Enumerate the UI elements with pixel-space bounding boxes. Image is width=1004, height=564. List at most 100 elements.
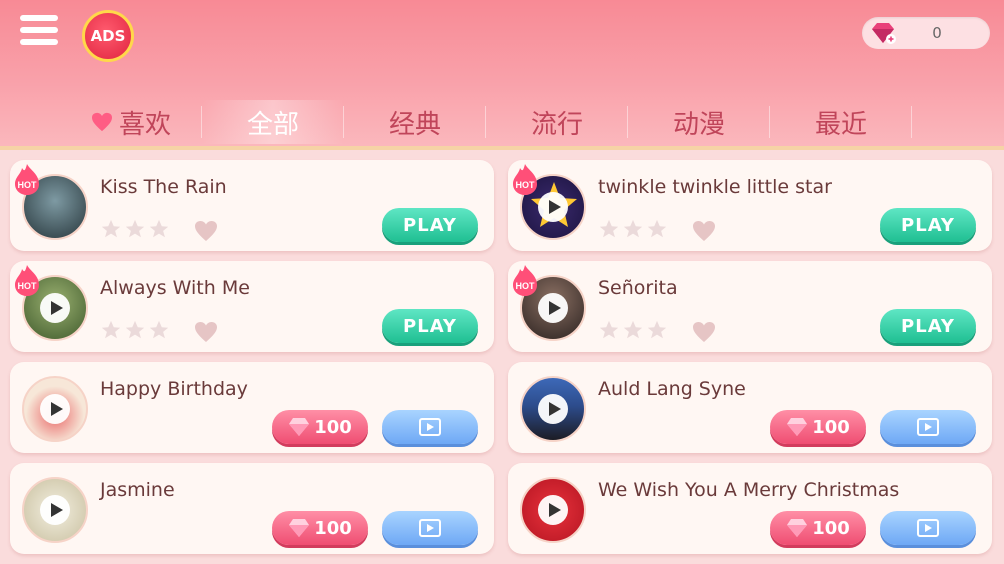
star-icon [599, 320, 619, 339]
gem-icon [289, 519, 310, 537]
song-title: Happy Birthday [100, 378, 248, 400]
song-card[interactable]: HOT Señorita PLAY [508, 261, 992, 352]
song-thumbnail[interactable] [520, 477, 586, 543]
gem-price: 100 [314, 416, 352, 438]
tab-label: 最近 [814, 109, 867, 140]
tab-favorites[interactable]: 喜欢 [60, 100, 202, 144]
hot-label: HOT [516, 281, 536, 291]
star-icon [125, 219, 145, 238]
play-button[interactable]: PLAY [382, 309, 478, 343]
song-thumbnail[interactable] [520, 376, 586, 442]
hot-label: HOT [18, 180, 38, 190]
song-card[interactable]: HOT Kiss The Rain PLAY [10, 160, 494, 251]
play-button[interactable]: PLAY [880, 208, 976, 242]
tab-label: 动漫 [672, 109, 725, 140]
tab-label: 全部 [246, 109, 299, 140]
tab-popular[interactable]: 流行 [486, 100, 628, 144]
gem-price: 100 [812, 517, 850, 539]
favorite-heart-icon[interactable] [692, 220, 716, 242]
play-button[interactable]: PLAY [880, 309, 976, 343]
play-icon [40, 293, 70, 323]
play-label: PLAY [403, 214, 457, 236]
song-thumbnail[interactable] [22, 477, 88, 543]
video-icon [419, 519, 441, 537]
song-title: twinkle twinkle little star [598, 176, 832, 198]
unlock-with-gems-button[interactable]: 100 [770, 410, 866, 444]
star-rating [100, 218, 172, 240]
gem-price: 100 [314, 517, 352, 539]
play-label: PLAY [901, 214, 955, 236]
gem-icon [787, 418, 808, 436]
tab-recent[interactable]: 最近 [770, 100, 912, 144]
watch-video-button[interactable] [880, 410, 976, 444]
ads-label: ADS [90, 27, 126, 45]
song-title: Kiss The Rain [100, 176, 227, 198]
favorite-heart-icon[interactable] [194, 220, 218, 242]
video-icon [917, 519, 939, 537]
category-tabs: 喜欢 全部 经典 流行 动漫 最近 [60, 100, 960, 144]
video-icon [917, 418, 939, 436]
play-icon [40, 394, 70, 424]
hot-badge-icon: HOT [513, 265, 537, 296]
unlock-with-gems-button[interactable]: 100 [770, 511, 866, 545]
watch-video-button[interactable] [880, 511, 976, 545]
play-icon [538, 394, 568, 424]
star-icon [101, 219, 121, 238]
watch-video-button[interactable] [382, 511, 478, 545]
watch-video-button[interactable] [382, 410, 478, 444]
star-rating [598, 218, 670, 240]
tab-label: 经典 [388, 109, 441, 140]
gem-price: 100 [812, 416, 850, 438]
song-card[interactable]: We Wish You A Merry Christmas 100 [508, 463, 992, 554]
play-icon [40, 495, 70, 525]
star-icon [149, 320, 169, 339]
tab-label: 喜欢 [118, 109, 171, 140]
favorite-heart-icon[interactable] [194, 321, 218, 343]
star-rating [100, 319, 172, 341]
gem-icon [289, 418, 310, 436]
play-button[interactable]: PLAY [382, 208, 478, 242]
song-title: Señorita [598, 277, 678, 299]
star-icon [623, 320, 643, 339]
song-list[interactable]: HOT Kiss The Rain PLAY HOT twinkle twink… [0, 150, 1004, 564]
song-card[interactable]: HOT Always With Me PLAY [10, 261, 494, 352]
song-card[interactable]: Jasmine 100 [10, 463, 494, 554]
song-title: Jasmine [100, 479, 175, 501]
star-icon [125, 320, 145, 339]
play-icon [538, 495, 568, 525]
song-card[interactable]: Happy Birthday 100 [10, 362, 494, 453]
heart-icon [91, 112, 112, 132]
play-icon [538, 192, 568, 222]
play-label: PLAY [901, 315, 955, 337]
star-icon [647, 320, 667, 339]
hot-badge-icon: HOT [15, 164, 39, 195]
star-icon [647, 219, 667, 238]
menu-icon[interactable] [20, 15, 58, 49]
top-bar: ADS 0 喜欢 全部 经典 流行 动漫 最近 [0, 0, 1004, 148]
song-title: We Wish You A Merry Christmas [598, 479, 900, 501]
gem-icon [787, 519, 808, 537]
play-icon [538, 293, 568, 323]
star-icon [101, 320, 121, 339]
unlock-with-gems-button[interactable]: 100 [272, 410, 368, 444]
song-title: Auld Lang Syne [598, 378, 746, 400]
gem-count: 0 [932, 24, 942, 42]
song-thumbnail[interactable] [22, 376, 88, 442]
favorite-heart-icon[interactable] [692, 321, 716, 343]
hot-label: HOT [18, 281, 38, 291]
unlock-with-gems-button[interactable]: 100 [272, 511, 368, 545]
tab-all[interactable]: 全部 [202, 100, 344, 144]
gem-plus-icon [872, 23, 896, 44]
hot-badge-icon: HOT [15, 265, 39, 296]
gem-balance[interactable]: 0 [862, 17, 990, 49]
tab-label: 流行 [530, 109, 583, 140]
tab-anime[interactable]: 动漫 [628, 100, 770, 144]
star-rating [598, 319, 670, 341]
song-card[interactable]: Auld Lang Syne 100 [508, 362, 992, 453]
ads-button[interactable]: ADS [82, 10, 134, 62]
tab-classic[interactable]: 经典 [344, 100, 486, 144]
video-icon [419, 418, 441, 436]
song-card[interactable]: HOT twinkle twinkle little star PLAY [508, 160, 992, 251]
star-icon [623, 219, 643, 238]
star-icon [149, 219, 169, 238]
